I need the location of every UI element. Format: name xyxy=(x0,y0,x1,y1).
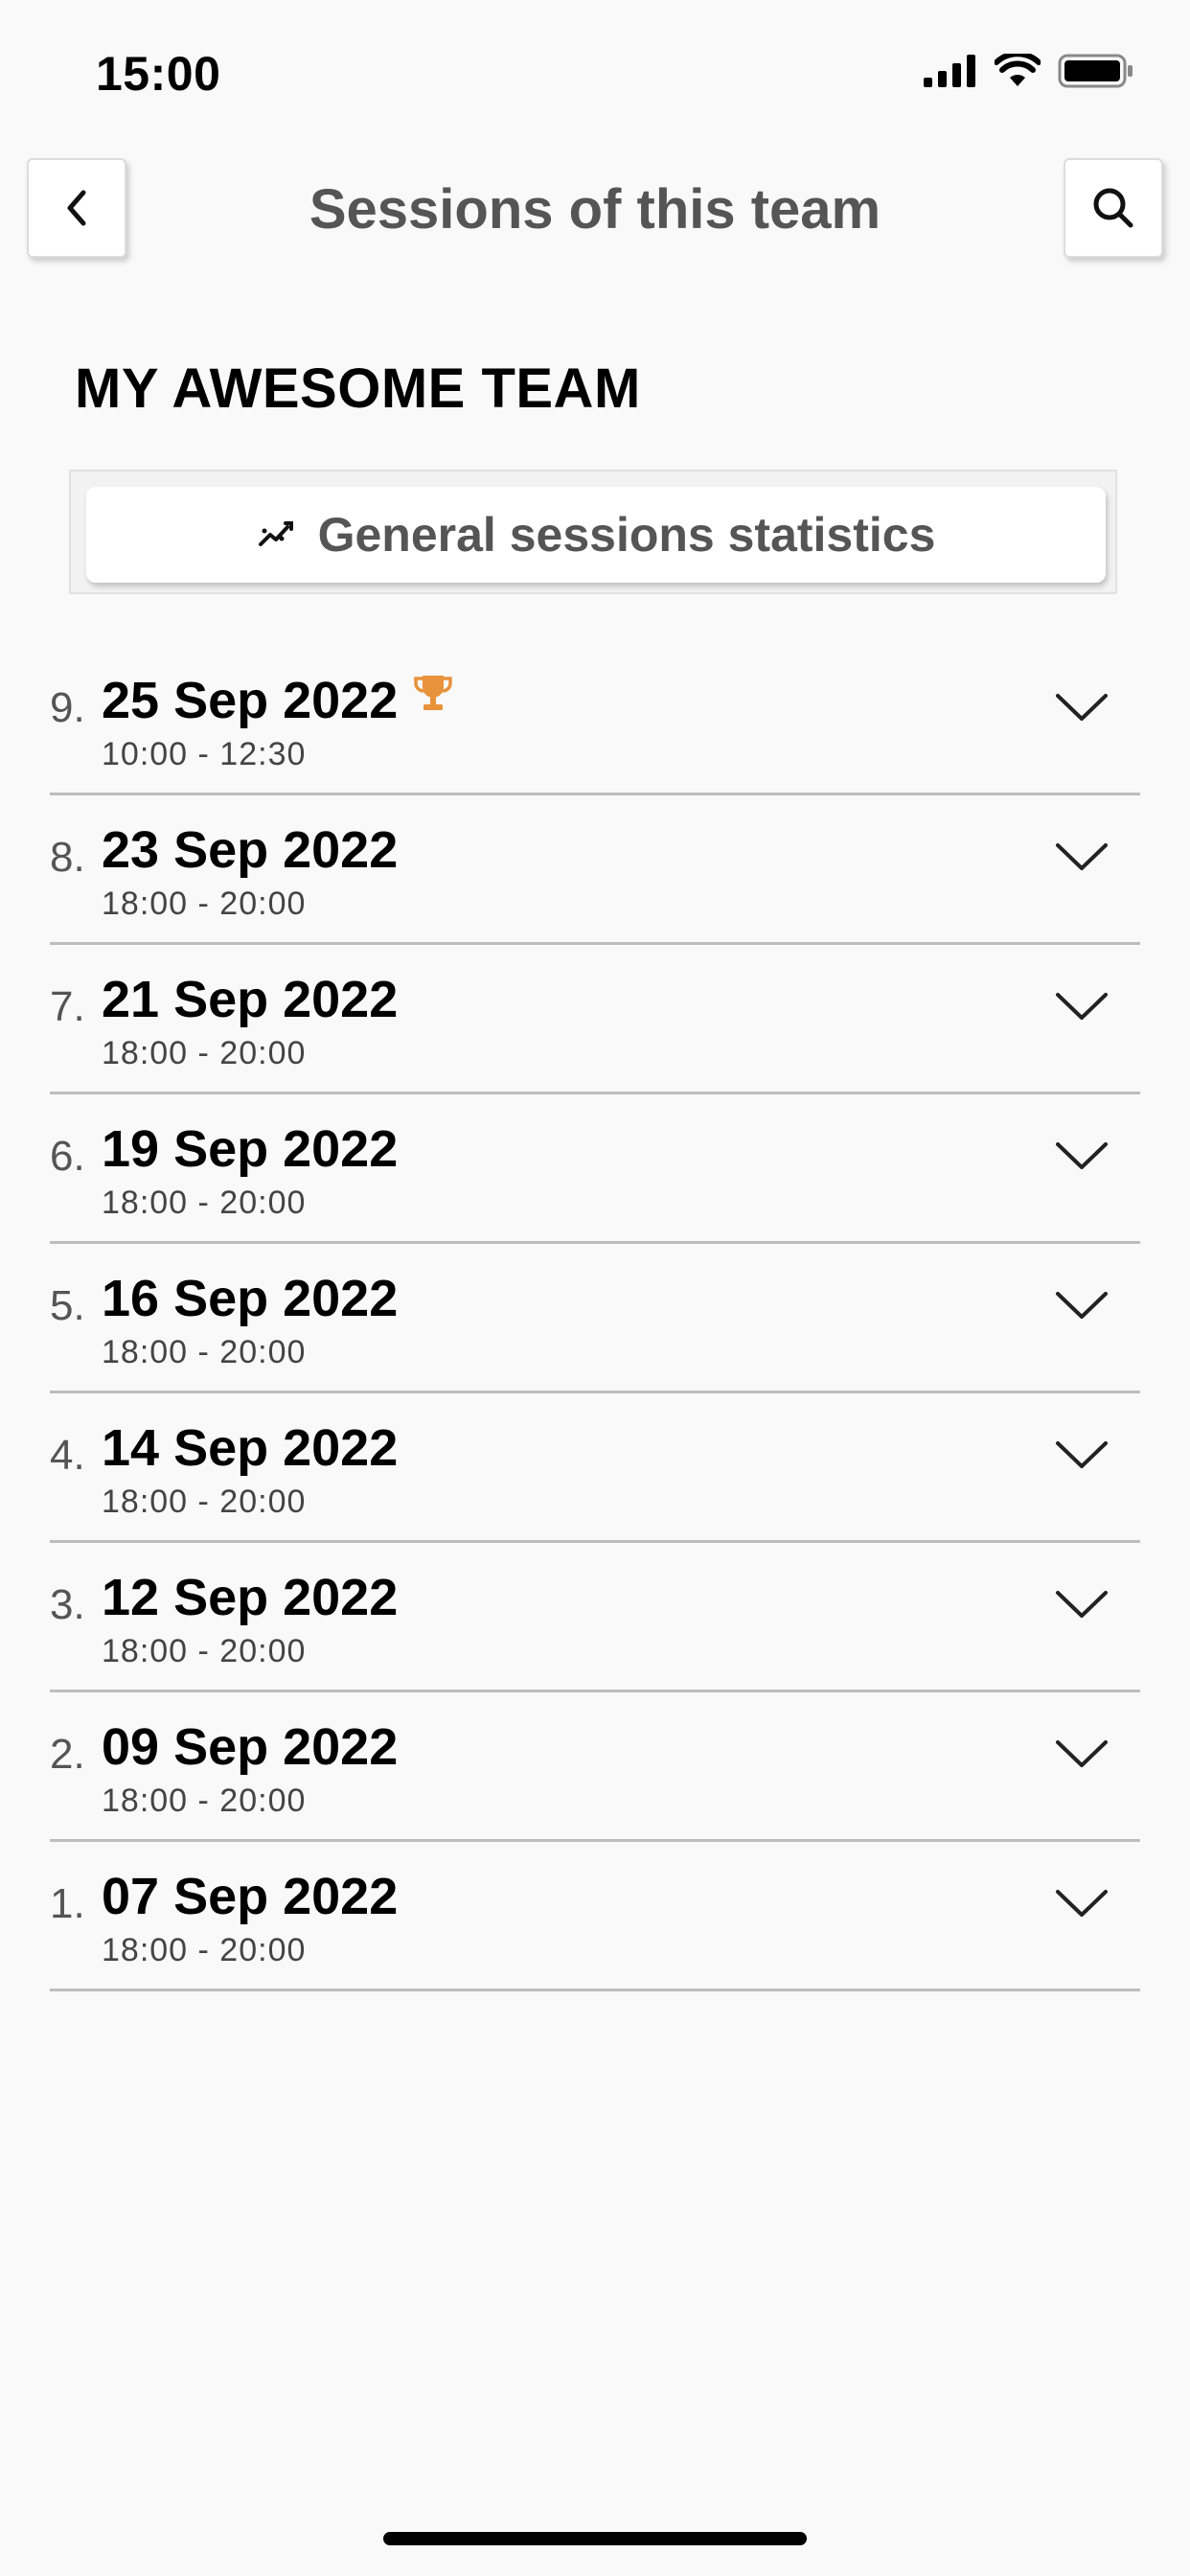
session-date-row: 07 Sep 2022 xyxy=(102,1867,398,1926)
session-date: 12 Sep 2022 xyxy=(102,1569,399,1626)
session-date: 25 Sep 2022 xyxy=(102,672,399,729)
signal-icon xyxy=(924,55,975,87)
search-icon xyxy=(1093,188,1133,228)
battery-icon xyxy=(1058,54,1133,88)
chevron-down-icon[interactable] xyxy=(1052,1735,1111,1773)
chevron-down-icon[interactable] xyxy=(1052,688,1111,726)
session-item[interactable]: 3. 12 Sep 2022 18:00 - 20:00 xyxy=(50,1545,1140,1692)
trend-chart-icon xyxy=(258,521,293,546)
session-number: 4. xyxy=(50,1432,85,1479)
session-date-row: 19 Sep 2022 xyxy=(102,1119,398,1179)
session-number: 8. xyxy=(50,834,85,881)
session-number: 5. xyxy=(50,1282,85,1329)
chevron-down-icon[interactable] xyxy=(1052,1884,1111,1922)
status-time: 15:00 xyxy=(96,47,221,101)
status-bar: 15:00 xyxy=(0,0,1190,144)
wifi-icon xyxy=(995,54,1041,86)
session-date-row: 23 Sep 2022 xyxy=(102,820,398,880)
session-number: 9. xyxy=(50,684,85,731)
session-time: 18:00 - 20:00 xyxy=(102,1782,307,1819)
session-time: 18:00 - 20:00 xyxy=(102,886,307,922)
session-time: 10:00 - 12:30 xyxy=(102,736,307,772)
session-item[interactable]: 4. 14 Sep 2022 18:00 - 20:00 xyxy=(50,1395,1140,1543)
session-item[interactable]: 2. 09 Sep 2022 18:00 - 20:00 xyxy=(50,1694,1140,1842)
chevron-down-icon[interactable] xyxy=(1052,1585,1111,1623)
session-number: 1. xyxy=(50,1880,85,1927)
session-number: 3. xyxy=(50,1581,85,1628)
session-time: 18:00 - 20:00 xyxy=(102,1184,307,1221)
session-date-row: 09 Sep 2022 xyxy=(102,1717,398,1777)
session-item[interactable]: 8. 23 Sep 2022 18:00 - 20:00 xyxy=(50,797,1140,945)
session-date: 14 Sep 2022 xyxy=(102,1419,399,1477)
session-time: 18:00 - 20:00 xyxy=(102,1633,307,1669)
general-statistics-label: General sessions statistics xyxy=(317,508,936,562)
session-date: 16 Sep 2022 xyxy=(102,1270,399,1327)
session-date: 09 Sep 2022 xyxy=(102,1718,399,1776)
session-item[interactable]: 1. 07 Sep 2022 18:00 - 20:00 xyxy=(50,1844,1140,1991)
team-title: MY AWESOME TEAM xyxy=(75,357,641,420)
chevron-down-icon[interactable] xyxy=(1052,1436,1111,1474)
chevron-down-icon[interactable] xyxy=(1052,1137,1111,1175)
status-icons xyxy=(924,54,1134,88)
session-time: 18:00 - 20:00 xyxy=(102,1932,307,1968)
trophy-icon xyxy=(414,676,452,710)
general-statistics-button[interactable]: General sessions statistics xyxy=(86,487,1106,583)
session-item[interactable]: 5. 16 Sep 2022 18:00 - 20:00 xyxy=(50,1246,1140,1393)
session-item[interactable]: 7. 21 Sep 2022 18:00 - 20:00 xyxy=(50,947,1140,1094)
chevron-down-icon[interactable] xyxy=(1052,1286,1111,1324)
session-item[interactable]: 9. 25 Sep 2022 10:00 - 12:30 xyxy=(50,648,1140,795)
session-time: 18:00 - 20:00 xyxy=(102,1035,307,1071)
page-title: Sessions of this team xyxy=(309,178,881,241)
stats-button-container: General sessions statistics xyxy=(69,470,1117,594)
session-time: 18:00 - 20:00 xyxy=(102,1484,307,1520)
session-time: 18:00 - 20:00 xyxy=(102,1334,307,1370)
header: Sessions of this team xyxy=(0,149,1190,273)
home-indicator xyxy=(383,2532,807,2545)
session-date: 23 Sep 2022 xyxy=(102,821,399,879)
session-list: 9. 25 Sep 2022 10:00 - 12:30 8. 23 Sep 2022 1… xyxy=(50,648,1140,1993)
chevron-down-icon[interactable] xyxy=(1052,838,1111,876)
session-date-row: 21 Sep 2022 xyxy=(102,970,398,1029)
session-number: 6. xyxy=(50,1133,85,1180)
session-number: 2. xyxy=(50,1731,85,1778)
session-date: 19 Sep 2022 xyxy=(102,1120,399,1178)
session-date: 07 Sep 2022 xyxy=(102,1868,399,1925)
session-number: 7. xyxy=(50,983,85,1030)
session-date-row: 25 Sep 2022 xyxy=(102,671,455,730)
chevron-down-icon[interactable] xyxy=(1052,987,1111,1025)
search-button[interactable] xyxy=(1064,158,1163,258)
session-item[interactable]: 6. 19 Sep 2022 18:00 - 20:00 xyxy=(50,1096,1140,1244)
session-date-row: 16 Sep 2022 xyxy=(102,1269,398,1328)
session-date: 21 Sep 2022 xyxy=(102,971,399,1028)
session-date-row: 14 Sep 2022 xyxy=(102,1418,398,1478)
session-date-row: 12 Sep 2022 xyxy=(102,1568,398,1627)
